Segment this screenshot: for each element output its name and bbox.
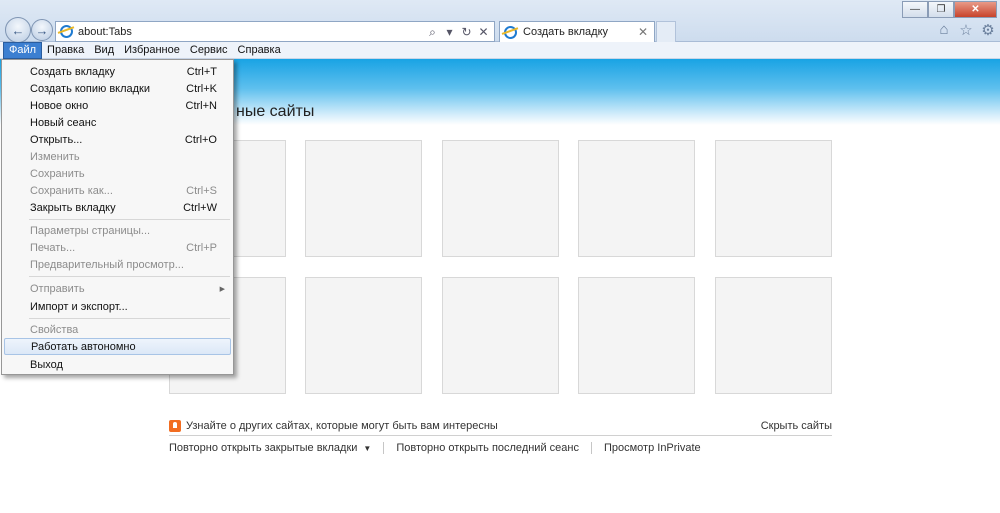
refresh-icon[interactable]: ↻	[460, 25, 473, 38]
new-tab-button[interactable]	[656, 21, 676, 42]
ie-page-icon	[60, 25, 73, 38]
site-tile[interactable]	[578, 140, 695, 257]
menu-item-page-setup[interactable]: Параметры страницы...	[4, 222, 231, 239]
menu-file[interactable]: Файл	[3, 41, 43, 59]
gear-icon[interactable]: ⚙	[980, 21, 996, 39]
menu-item-save[interactable]: Сохранить	[4, 165, 231, 182]
forward-button[interactable]: →	[31, 19, 53, 41]
menu-item-label: Свойства	[30, 323, 79, 336]
menu-item-open[interactable]: Открыть... Ctrl+O	[4, 131, 231, 148]
minimize-button[interactable]: —	[902, 1, 928, 18]
menu-item-label: Новое окно	[30, 99, 89, 112]
menu-item-properties[interactable]: Свойства	[4, 321, 231, 338]
tab-new-tab[interactable]: Создать вкладку ✕	[499, 21, 655, 42]
menu-item-new-tab[interactable]: Создать вкладку Ctrl+T	[4, 63, 231, 80]
menu-item-print[interactable]: Печать... Ctrl+P	[4, 239, 231, 256]
menu-separator	[29, 318, 230, 319]
menu-item-label: Работать автономно	[31, 340, 136, 353]
menu-item-duplicate-tab[interactable]: Создать копию вкладки Ctrl+K	[4, 80, 231, 97]
menu-item-label: Новый сеанс	[30, 116, 97, 129]
menu-help[interactable]: Справка	[233, 42, 286, 59]
menu-item-label: Выход	[30, 358, 63, 371]
menu-item-new-session[interactable]: Новый сеанс	[4, 114, 231, 131]
site-tile[interactable]	[715, 277, 832, 394]
home-icon[interactable]: ⌂	[936, 21, 952, 39]
site-tile[interactable]	[305, 140, 422, 257]
menu-bar: Файл Правка Вид Избранное Сервис Справка	[0, 41, 1000, 59]
browser-chrome: ← → about:Tabs ⌕ ▾ ↻ ✕ Создать вкладку ✕…	[0, 0, 1000, 43]
back-button[interactable]: ←	[5, 17, 31, 43]
menu-item-label: Создать копию вкладки	[30, 82, 151, 95]
menu-item-send[interactable]: Отправить ▶	[4, 280, 231, 297]
submenu-arrow-icon: ▶	[219, 285, 225, 293]
menu-item-label: Открыть...	[30, 133, 83, 146]
menu-item-shortcut: Ctrl+O	[184, 133, 217, 146]
menu-item-label: Импорт и экспорт...	[30, 300, 128, 313]
menu-item-shortcut: Ctrl+P	[186, 241, 217, 254]
file-menu: Создать вкладку Ctrl+T Создать копию вкла…	[1, 59, 234, 375]
divider	[383, 442, 385, 454]
chevron-down-icon[interactable]: ▾	[443, 25, 456, 38]
tab-close-icon[interactable]: ✕	[638, 25, 648, 39]
reopen-last-session-link[interactable]: Повторно открыть последний сеанс	[396, 442, 579, 454]
site-tile[interactable]	[442, 140, 559, 257]
discover-bar: Узнайте о других сайтах, которые могут б…	[169, 417, 832, 436]
divider	[590, 442, 592, 454]
close-button[interactable]: ✕	[954, 1, 997, 18]
search-icon[interactable]: ⌕	[426, 25, 439, 38]
menu-item-work-offline[interactable]: Работать автономно	[4, 338, 231, 355]
menu-view[interactable]: Вид	[89, 42, 119, 59]
menu-edit[interactable]: Правка	[42, 42, 89, 59]
menu-item-label: Предварительный просмотр...	[30, 258, 184, 271]
favorites-icon[interactable]: ☆	[958, 21, 974, 39]
menu-item-label: Сохранить как...	[30, 184, 113, 197]
menu-item-shortcut: Ctrl+T	[186, 65, 217, 78]
discover-link[interactable]: Узнайте о других сайтах, которые могут б…	[186, 420, 761, 432]
site-tile[interactable]	[442, 277, 559, 394]
menu-item-print-preview[interactable]: Предварительный просмотр...	[4, 256, 231, 273]
stop-icon[interactable]: ✕	[477, 25, 490, 38]
reopen-closed-tabs-link[interactable]: Повторно открыть закрытые вкладки	[169, 442, 357, 454]
page-title: ные сайты	[236, 103, 315, 120]
ie-tab-icon	[504, 25, 517, 39]
menu-separator	[29, 276, 230, 277]
menu-item-shortcut: Ctrl+N	[185, 99, 217, 112]
command-icons: ⌂ ☆ ⚙	[936, 21, 996, 39]
inprivate-link[interactable]: Просмотр InPrivate	[604, 442, 701, 454]
hide-sites-link[interactable]: Скрыть сайты	[761, 420, 832, 432]
menu-item-label: Отправить	[30, 282, 85, 295]
address-bar[interactable]: about:Tabs ⌕ ▾ ↻ ✕	[55, 21, 495, 42]
menu-item-label: Сохранить	[30, 167, 85, 180]
window-controls: — ❐ ✕	[902, 1, 997, 18]
bottom-links: Повторно открыть закрытые вкладки ▼ Повт…	[169, 442, 701, 454]
site-tile[interactable]	[715, 140, 832, 257]
menu-item-shortcut: Ctrl+W	[183, 201, 217, 214]
menu-favorites[interactable]: Избранное	[119, 42, 185, 59]
menu-item-close-tab[interactable]: Закрыть вкладку Ctrl+W	[4, 199, 231, 216]
lightbulb-icon	[169, 420, 181, 432]
menu-item-exit[interactable]: Выход	[4, 356, 231, 373]
menu-item-save-as[interactable]: Сохранить как... Ctrl+S	[4, 182, 231, 199]
menu-item-new-window[interactable]: Новое окно Ctrl+N	[4, 97, 231, 114]
menu-item-label: Печать...	[30, 241, 76, 254]
site-tile[interactable]	[305, 277, 422, 394]
chevron-down-icon[interactable]: ▼	[363, 444, 371, 453]
arrow-right-icon: →	[35, 22, 49, 38]
tab-title: Создать вкладку	[523, 26, 609, 38]
menu-item-import-export[interactable]: Импорт и экспорт...	[4, 298, 231, 315]
site-tile[interactable]	[578, 277, 695, 394]
menu-item-edit[interactable]: Изменить	[4, 148, 231, 165]
maximize-button[interactable]: ❐	[928, 1, 954, 18]
arrow-left-icon: ←	[11, 22, 25, 38]
menu-item-label: Создать вкладку	[30, 65, 116, 78]
menu-separator	[29, 219, 230, 220]
menu-item-shortcut: Ctrl+S	[186, 184, 217, 197]
menu-item-label: Закрыть вкладку	[30, 201, 116, 214]
menu-item-label: Параметры страницы...	[30, 224, 151, 237]
menu-item-label: Изменить	[30, 150, 80, 163]
menu-item-shortcut: Ctrl+K	[186, 82, 217, 95]
address-url[interactable]: about:Tabs	[78, 26, 426, 38]
menu-tools[interactable]: Сервис	[185, 42, 233, 59]
